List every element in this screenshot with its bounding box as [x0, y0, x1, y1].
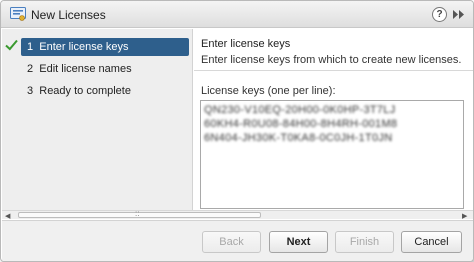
scrollbar-grip-icon: ::	[135, 209, 140, 218]
finish-button[interactable]: Finish	[335, 231, 394, 253]
license-key-line: QN230-V10EQ-20H00-0K0HP-3T7LJ	[204, 104, 396, 116]
step-label: Enter license keys	[39, 41, 129, 53]
scroll-left-icon[interactable]: ◀	[5, 212, 10, 220]
license-keys-textarea[interactable]: QN230-V10EQ-20H00-0K0HP-3T7LJ 60KH4-R0U0…	[200, 100, 464, 209]
wizard-step-edit-license-names[interactable]: 2 Edit license names	[21, 60, 189, 78]
step-title: Enter license keys	[201, 38, 291, 50]
step-content-panel: Enter license keys Enter license keys fr…	[194, 29, 473, 211]
step-number: 3	[27, 85, 34, 97]
step-description: Enter license keys from which to create …	[201, 54, 462, 66]
expand-icon[interactable]	[452, 9, 466, 20]
checkmark-icon	[5, 39, 18, 51]
dialog-title: New Licenses	[31, 8, 106, 22]
license-keys-label: License keys (one per line):	[201, 85, 336, 97]
scrollbar-thumb[interactable]: ::	[18, 209, 261, 218]
step-label: Ready to complete	[39, 85, 131, 97]
back-button[interactable]: Back	[202, 231, 261, 253]
license-icon	[10, 7, 26, 21]
cancel-button[interactable]: Cancel	[401, 231, 462, 253]
scroll-right-icon[interactable]: ▶	[462, 212, 467, 220]
step-label: Edit license names	[39, 63, 132, 75]
wizard-steps-sidebar: 1 Enter license keys 2 Edit license name…	[2, 29, 193, 211]
dialog-footer: Back Next Finish Cancel	[2, 220, 473, 261]
license-key-line: 6N404-JH30K-T0KA8-0C0JH-1T0JN	[204, 132, 393, 144]
step-header: Enter license keys Enter license keys fr…	[194, 29, 473, 71]
next-button[interactable]: Next	[269, 231, 328, 253]
horizontal-scrollbar[interactable]: ◀ :: ▶	[2, 209, 473, 220]
wizard-step-enter-license-keys[interactable]: 1 Enter license keys	[21, 38, 189, 56]
wizard-step-ready-to-complete[interactable]: 3 Ready to complete	[21, 82, 189, 100]
license-key-line: 60KH4-R0U08-84H00-8H4RH-001M8	[204, 118, 398, 130]
step-number: 2	[27, 63, 34, 75]
title-bar: New Licenses ?	[1, 1, 473, 28]
new-licenses-dialog: New Licenses ? 1 Enter license keys 2 Ed…	[0, 0, 474, 262]
step-number: 1	[27, 41, 34, 53]
help-icon[interactable]: ?	[432, 7, 447, 22]
